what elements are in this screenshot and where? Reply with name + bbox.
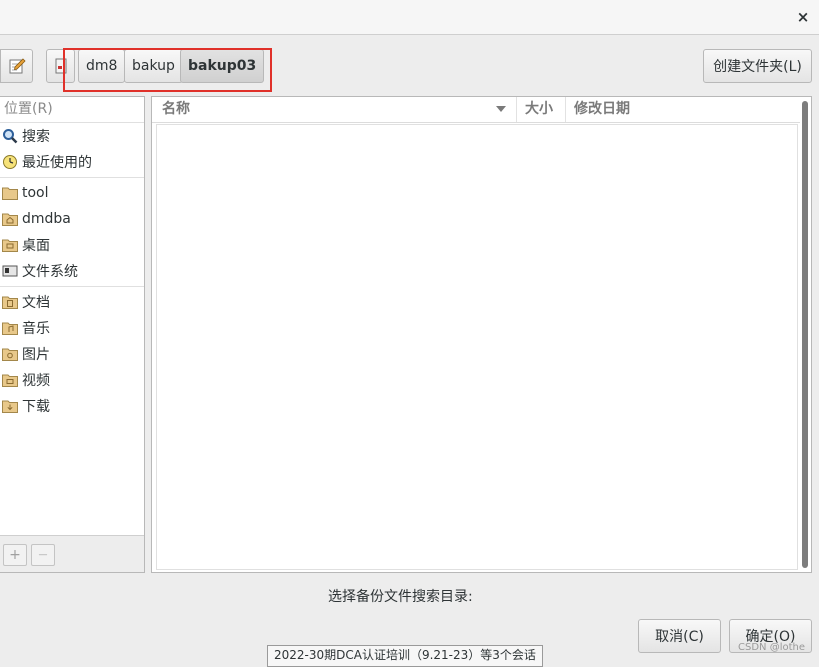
column-header-label: 名称 [162, 101, 190, 117]
sidebar-item-pictures[interactable]: 图片 [0, 341, 144, 367]
places-sidebar: 位置(R) 搜索 最近使用的 tool dmdba 桌面 文件系统 文档 音乐 … [0, 96, 145, 573]
drive-icon [1, 262, 19, 280]
add-bookmark-button[interactable]: + [3, 544, 27, 566]
column-header-row: 名称 大小 修改日期 [152, 97, 800, 123]
sort-descending-icon [496, 106, 506, 112]
column-header-size[interactable]: 大小 [517, 97, 566, 122]
sidebar-item-videos[interactable]: 视频 [0, 367, 144, 393]
sidebar-item-label: 图片 [22, 347, 50, 363]
sidebar-item-filesystem[interactable]: 文件系统 [0, 258, 144, 284]
vertical-scrollbar[interactable] [802, 101, 808, 568]
desktop-folder-icon [1, 236, 19, 254]
home-folder-icon [1, 210, 19, 228]
create-folder-button[interactable]: 创建文件夹(L) [703, 49, 812, 83]
sidebar-item-recent[interactable]: 最近使用的 [0, 149, 144, 175]
cancel-button[interactable]: 取消(C) [638, 619, 721, 653]
sidebar-item-label: 最近使用的 [22, 155, 92, 171]
sidebar-footer: + — [0, 535, 144, 572]
sidebar-item-downloads[interactable]: 下载 [0, 393, 144, 419]
music-folder-icon [1, 319, 19, 337]
pictures-folder-icon [1, 345, 19, 363]
sidebar-item-label: 文档 [22, 295, 50, 311]
close-button[interactable]: × [793, 7, 813, 27]
downloads-folder-icon [1, 397, 19, 415]
sidebar-item-desktop[interactable]: 桌面 [0, 232, 144, 258]
sidebar-item-label: 下载 [22, 399, 50, 415]
remove-bookmark-button[interactable]: — [31, 544, 55, 566]
breadcrumb-dm8[interactable]: dm8 [78, 49, 126, 83]
file-list-pane: 名称 大小 修改日期 [151, 96, 812, 573]
column-header-modified[interactable]: 修改日期 [566, 97, 800, 122]
sidebar-item-label: 文件系统 [22, 264, 78, 280]
edit-location-button[interactable] [0, 49, 33, 83]
sidebar-item-label: 音乐 [22, 321, 50, 337]
videos-folder-icon [1, 371, 19, 389]
dialog-titlebar: × [0, 0, 819, 35]
sidebar-item-tool[interactable]: tool [0, 180, 144, 206]
toolbar: dm8 bakup bakup03 创建文件夹(L) [0, 35, 819, 95]
drive-icon [55, 58, 66, 74]
documents-folder-icon [1, 293, 19, 311]
search-icon [1, 127, 19, 145]
column-header-name[interactable]: 名称 [152, 97, 517, 122]
sidebar-item-label: 桌面 [22, 238, 50, 254]
watermark: CSDN @lothe [738, 642, 805, 653]
folder-icon [1, 184, 19, 202]
sidebar-item-label: tool [22, 185, 49, 201]
sidebar-item-dmdba[interactable]: dmdba [0, 206, 144, 232]
sidebar-item-search[interactable]: 搜索 [0, 123, 144, 149]
sidebar-separator [0, 286, 144, 287]
sidebar-item-music[interactable]: 音乐 [0, 315, 144, 341]
search-directory-label: 选择备份文件搜索目录: [328, 589, 473, 605]
sidebar-item-label: 视频 [22, 373, 50, 389]
sidebar-separator [0, 177, 144, 178]
root-drive-button[interactable] [46, 49, 75, 83]
taskbar-tooltip: 2022-30期DCA认证培训（9.21-23）等3个会话 [267, 645, 543, 667]
sidebar-item-documents[interactable]: 文档 [0, 289, 144, 315]
places-header: 位置(R) [0, 97, 144, 123]
pencil-icon [9, 58, 26, 74]
breadcrumb-bakup[interactable]: bakup [124, 49, 183, 83]
sidebar-item-label: dmdba [22, 211, 71, 227]
breadcrumb-bakup03[interactable]: bakup03 [180, 49, 265, 83]
recent-clock-icon [1, 153, 19, 171]
file-list[interactable] [156, 124, 798, 570]
sidebar-item-label: 搜索 [22, 129, 50, 145]
